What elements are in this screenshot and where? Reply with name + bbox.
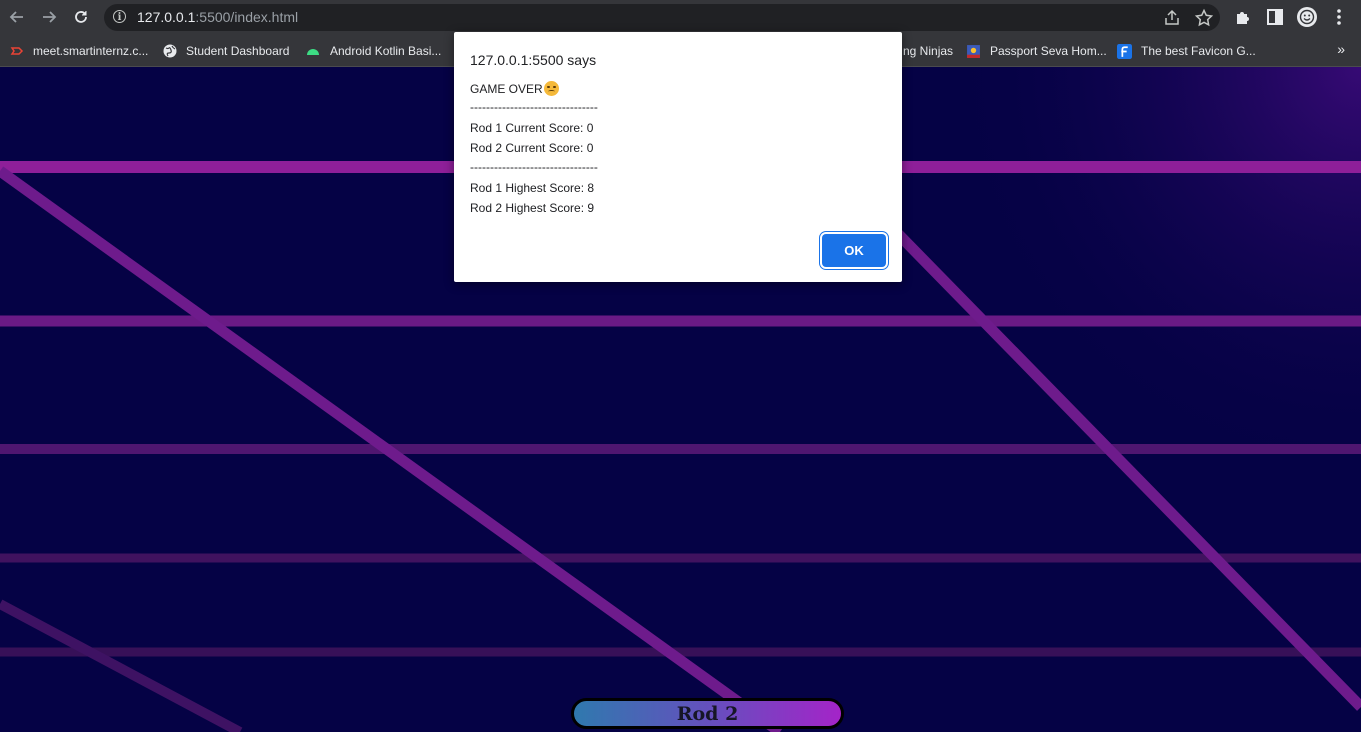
forward-arrow-icon — [43, 11, 57, 23]
meet-icon — [10, 47, 24, 55]
bookmark-coding-ninjas[interactable]: ng Ninjas — [903, 41, 953, 61]
side-panel-icon[interactable] — [1264, 6, 1286, 28]
extensions-icon[interactable] — [1232, 6, 1254, 28]
bookmark-meet-smartinternz[interactable]: meet.smartinternz.c... — [10, 41, 148, 61]
bookmark-label: meet.smartinternz.c... — [33, 44, 149, 58]
address-bar[interactable]: i 127.0.0.1:5500/index.html — [104, 4, 1220, 31]
bookmark-passport-seva[interactable]: Passport Seva Hom... — [966, 41, 1107, 61]
bookmark-label: Android Kotlin Basi... — [330, 44, 442, 58]
bookmark-label: The best Favicon G... — [1141, 44, 1256, 58]
bookmark-label: ng Ninjas — [903, 44, 954, 58]
bookmark-label: Student Dashboard — [186, 44, 290, 58]
site-info-icon[interactable]: i — [113, 10, 126, 23]
bookmark-android-kotlin[interactable]: Android Kotlin Basi... — [305, 41, 441, 61]
rod2-current-score: Rod 2 Current Score: 0 — [470, 141, 594, 155]
share-icon[interactable] — [1162, 8, 1182, 28]
rod-label: Rod 2 — [676, 702, 739, 725]
passport-seva-icon — [967, 44, 980, 58]
rod2-highest-score: Rod 2 Highest Score: 9 — [470, 201, 595, 215]
favicon-generator-icon — [1117, 43, 1132, 59]
url-text: 127.0.0.1:5500/index.html — [137, 9, 299, 25]
more-bookmarks-chevron-icon[interactable]: » — [1337, 41, 1345, 57]
divider-text: -------------------------------- — [470, 100, 598, 114]
rod1-current-score: Rod 1 Current Score: 0 — [470, 121, 594, 135]
game-over-text: GAME OVER — [470, 82, 543, 96]
rod1-highest-score: Rod 1 Highest Score: 8 — [470, 181, 595, 195]
game-over-message: GAME OVER — [470, 81, 559, 96]
alert-dialog: 127.0.0.1:5500 says GAME OVER ----------… — [454, 32, 902, 282]
bookmark-favicon-generator[interactable]: The best Favicon G... — [1117, 41, 1256, 61]
reload-button[interactable] — [70, 6, 92, 28]
back-button[interactable] — [6, 6, 28, 28]
disappointed-face-icon — [543, 81, 559, 96]
rod-2-paddle: Rod 2 — [571, 698, 844, 729]
kebab-menu-icon[interactable] — [1328, 6, 1350, 28]
bookmark-star-icon[interactable] — [1194, 8, 1214, 28]
bookmark-label: Passport Seva Hom... — [990, 44, 1107, 58]
reload-icon — [75, 11, 87, 23]
back-arrow-icon — [9, 11, 23, 23]
bookmark-student-dashboard[interactable]: Student Dashboard — [163, 41, 289, 61]
android-icon — [307, 49, 319, 55]
ok-button[interactable]: OK — [822, 234, 886, 267]
profile-avatar-icon[interactable] — [1296, 6, 1318, 28]
globe-icon — [163, 44, 177, 58]
dialog-title: 127.0.0.1:5500 says — [470, 52, 597, 68]
forward-button[interactable] — [38, 6, 60, 28]
divider-text: -------------------------------- — [470, 160, 598, 174]
browser-toolbar: i 127.0.0.1:5500/index.html — [0, 0, 1361, 35]
